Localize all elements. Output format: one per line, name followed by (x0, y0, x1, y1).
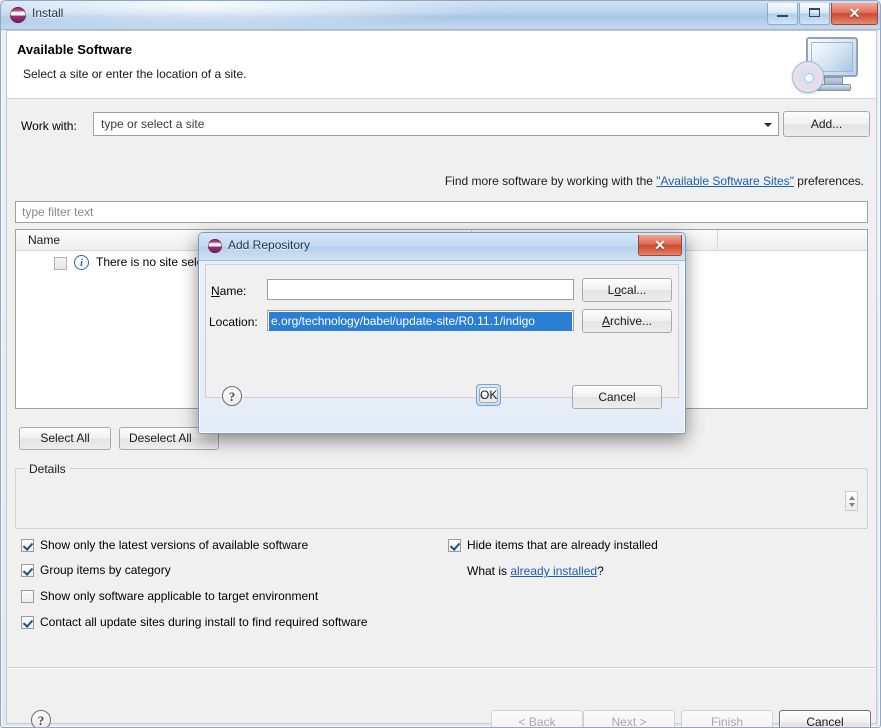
location-field-label: Location: (209, 315, 258, 329)
dialog-title: Add Repository (228, 238, 311, 252)
column-header-name[interactable]: Name (28, 233, 60, 247)
checkbox-label: Contact all update sites during install … (40, 615, 368, 629)
dialog-cancel-button[interactable]: Cancel (572, 385, 662, 409)
maximize-icon (809, 8, 820, 17)
what-is-suffix: ? (597, 564, 604, 578)
combo-dropdown-button[interactable] (760, 114, 777, 134)
name-label-mnemonic: N (211, 284, 220, 298)
work-with-combo[interactable]: type or select a site (93, 112, 779, 136)
minimize-button[interactable] (767, 3, 798, 25)
what-is-prefix: What is (467, 564, 511, 578)
already-installed-link[interactable]: already installed (510, 564, 597, 578)
name-input[interactable] (267, 279, 574, 300)
name-label-rest: ame: (219, 284, 247, 298)
filter-input[interactable]: type filter text (15, 201, 868, 223)
monitor-cd-icon (790, 35, 862, 95)
chevron-down-icon (764, 123, 772, 127)
what-is-already-installed-text: What is already installed? (467, 564, 604, 578)
close-icon: ✕ (654, 237, 666, 253)
checkbox-label: Show only the latest versions of availab… (40, 538, 309, 552)
checkbox-label: Group items by category (40, 563, 171, 577)
checkbox-label: Show only software applicable to target … (40, 589, 319, 603)
window-title: Install (32, 6, 64, 20)
local-post: cal... (621, 283, 647, 297)
cancel-button[interactable]: Cancel (779, 710, 871, 727)
checkbox-box[interactable] (448, 539, 461, 552)
titlebar-glow (1, 1, 880, 29)
page-title: Available Software (17, 42, 133, 57)
details-group (15, 468, 868, 529)
eclipse-globe-icon (10, 7, 26, 23)
minimize-icon (777, 15, 788, 17)
info-icon: i (74, 255, 89, 270)
column-separator-2[interactable] (717, 230, 718, 251)
work-with-label: Work with: (21, 119, 77, 133)
ok-button[interactable]: OK (479, 387, 499, 403)
title-bar: Install ✕ (1, 1, 880, 30)
next-button[interactable]: Next > (583, 710, 675, 727)
dialog-close-button[interactable]: ✕ (638, 235, 682, 256)
find-more-prefix: Find more software by working with the (444, 174, 657, 188)
checkbox-box[interactable] (21, 590, 34, 603)
filter-placeholder: type filter text (22, 205, 94, 219)
location-input[interactable]: e.org/technology/babel/update-site/R0.11… (267, 310, 574, 331)
name-field-label: Name: (211, 284, 246, 298)
location-input-value: e.org/technology/babel/update-site/R0.11… (269, 312, 572, 331)
window-controls: ✕ (767, 3, 878, 25)
close-icon: ✕ (848, 5, 861, 21)
dialog-help-button[interactable]: ? (222, 386, 242, 406)
close-button[interactable]: ✕ (831, 3, 878, 25)
checkbox-box[interactable] (21, 616, 34, 629)
available-software-sites-link[interactable]: "Available Software Sites" (656, 174, 794, 188)
find-more-suffix: preferences. (793, 174, 864, 188)
spinner-down-icon (849, 503, 855, 507)
bottom-divider (7, 667, 876, 669)
row-checkbox[interactable] (54, 257, 67, 270)
details-label: Details (25, 462, 70, 476)
checkbox-label: Hide items that are already installed (467, 538, 658, 552)
back-button[interactable]: < Back (491, 710, 583, 727)
local-button[interactable]: Local... (582, 278, 672, 302)
details-spinner[interactable] (845, 491, 858, 511)
spinner-up-icon (849, 496, 855, 500)
find-more-software-text: Find more software by working with the "… (445, 174, 864, 188)
dialog-title-bar: Add Repository ✕ (199, 233, 685, 261)
help-button[interactable]: ? (31, 710, 51, 727)
page-banner: Available Software Select a site or ente… (7, 31, 876, 99)
archive-mnemonic: A (601, 314, 610, 328)
select-all-button[interactable]: Select All (19, 427, 111, 450)
add-site-button[interactable]: Add... (783, 111, 870, 137)
ok-button-focus-ring: OK (476, 384, 502, 406)
maximize-button[interactable] (799, 3, 830, 25)
checkbox-box[interactable] (21, 564, 34, 577)
page-subtitle: Select a site or enter the location of a… (23, 67, 247, 81)
archive-button[interactable]: Archive... (582, 309, 672, 333)
eclipse-globe-icon (208, 239, 222, 253)
finish-button[interactable]: Finish (681, 710, 773, 727)
local-mnemonic: o (614, 283, 622, 297)
work-with-value: type or select a site (101, 117, 205, 131)
checkbox-box[interactable] (21, 539, 34, 552)
archive-post: rchive... (610, 314, 653, 328)
install-wizard-window: Install ✕ Available Software Select a si… (0, 0, 881, 728)
